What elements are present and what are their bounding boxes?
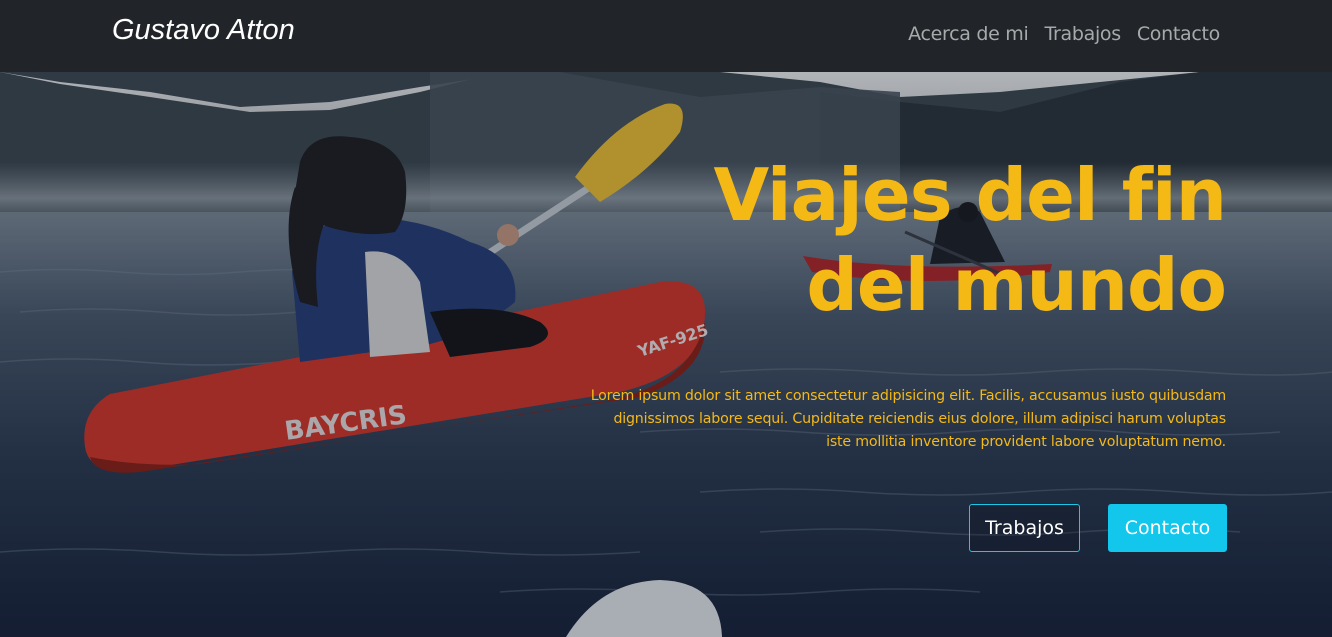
brand-logo[interactable]: Gustavo Atton — [112, 14, 295, 47]
hero-section: BAYCRIS YAF-925 Viajes del fin del mundo… — [0, 72, 1332, 637]
nav-link-about[interactable]: Acerca de mi — [908, 23, 1029, 45]
works-button[interactable]: Trabajos — [969, 504, 1080, 552]
hero-title: Viajes del fin del mundo — [626, 150, 1227, 330]
nav-link-contact[interactable]: Contacto — [1137, 23, 1220, 45]
contact-button[interactable]: Contacto — [1108, 504, 1227, 552]
hero-title-line-2: del mundo — [806, 243, 1227, 327]
nav-link-works[interactable]: Trabajos — [1044, 23, 1121, 45]
navbar: Gustavo Atton Acerca de mi Trabajos Cont… — [0, 0, 1332, 72]
hero-description: Lorem ipsum dolor sit amet consectetur a… — [590, 388, 1226, 450]
nav-links: Acerca de mi Trabajos Contacto — [908, 23, 1220, 45]
hero-title-line-1: Viajes del fin — [713, 153, 1227, 237]
